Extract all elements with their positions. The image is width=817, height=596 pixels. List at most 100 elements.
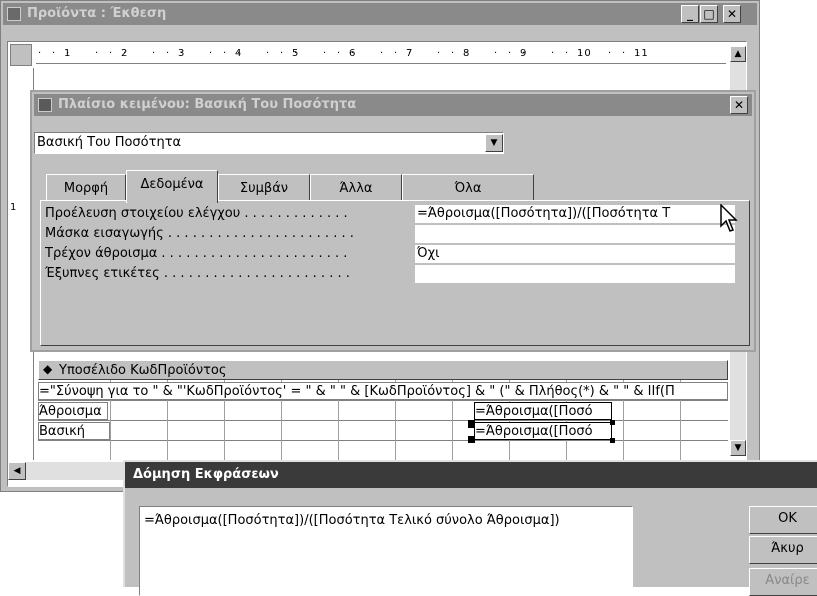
expression-builder: Δόμηση Εκφράσεων =Άθροισμα([Ποσότητα])/(… bbox=[123, 460, 817, 596]
ruler-tick: · bbox=[52, 48, 57, 59]
ruler-tick: · bbox=[123, 48, 128, 59]
report-icon bbox=[7, 7, 21, 21]
mouse-pointer-icon bbox=[720, 204, 738, 232]
property-label: Μάσκα εισαγωγής . . . . . . . . . . . . … bbox=[45, 226, 354, 241]
ok-label: OK bbox=[778, 511, 797, 526]
ruler-tick: · bbox=[351, 48, 356, 59]
selection-handle[interactable] bbox=[610, 420, 615, 425]
property-value[interactable]: =Άθροισμα([Ποσότητα])/([Ποσότητα Τ bbox=[415, 205, 735, 224]
ruler-tick: · bbox=[166, 48, 171, 59]
selection-handle[interactable] bbox=[468, 420, 475, 428]
ruler-tick: · bbox=[223, 48, 228, 59]
ruler-tick: · bbox=[209, 48, 214, 59]
ruler-tick: · bbox=[280, 48, 285, 59]
ruler-tick: · bbox=[323, 48, 328, 59]
scroll-up-icon: ▲ bbox=[734, 49, 742, 59]
control-selector-dropdown[interactable]: ▼ bbox=[485, 134, 503, 152]
expression-builder-title-bar[interactable]: Δόμηση Εκφράσεων bbox=[125, 462, 817, 488]
control-selector[interactable]: Βασική Του Ποσότητα ▼ bbox=[34, 132, 504, 154]
ruler-tick: · bbox=[579, 48, 584, 59]
tab-label: Όλα bbox=[454, 181, 482, 196]
sum-expression: =Άθροισμα([Ποσό bbox=[475, 404, 593, 419]
property-value[interactable] bbox=[415, 265, 735, 284]
ruler-tick: · bbox=[380, 48, 385, 59]
scroll-left-icon: ◀ bbox=[13, 466, 21, 476]
ruler-tick: · bbox=[180, 48, 185, 59]
horizontal-scrollbar[interactable]: ◀ bbox=[8, 462, 128, 480]
property-value[interactable] bbox=[415, 225, 735, 244]
ruler-tick: · bbox=[38, 48, 43, 59]
expression-text: =Άθροισμα([Ποσότητα])/([Ποσότητα Τελικό … bbox=[144, 513, 560, 528]
ruler-tick: · bbox=[95, 48, 100, 59]
horizontal-ruler: 1 · · · 2 · · · 3 · · · 4 · · · 5 · · · 6 · · · 7 · · · 8 · · · 9 · · · 10 · ·… bbox=[36, 46, 726, 64]
tab-other[interactable]: Άλλα bbox=[310, 174, 402, 203]
tab-event[interactable]: Συμβάν bbox=[218, 174, 310, 203]
tab-data[interactable]: Δεδομένα bbox=[126, 170, 218, 203]
ruler-tick: · bbox=[622, 48, 627, 59]
summary-expression: ="Σύνοψη για το " & "'ΚωδΠροϊόντος' = " … bbox=[39, 384, 675, 399]
control-selector-value: Βασική Του Ποσότητα bbox=[37, 135, 182, 150]
selection-handle[interactable] bbox=[610, 438, 615, 443]
property-sheet-close-button[interactable]: ✕ bbox=[730, 96, 748, 114]
selection-handle[interactable] bbox=[468, 436, 475, 443]
property-sheet-title: Πλαίσιο κειμένου: Βασική Του Ποσότητα bbox=[58, 97, 357, 112]
ok-button[interactable]: OK bbox=[749, 506, 817, 534]
properties-icon bbox=[38, 98, 52, 112]
basic-label-box[interactable]: Βασική bbox=[38, 422, 110, 440]
ruler-tick: · bbox=[66, 48, 71, 59]
minimize-icon: _ bbox=[687, 7, 693, 21]
basic-expression: =Άθροισμα([Ποσό bbox=[475, 424, 593, 439]
ruler-tick: · bbox=[337, 48, 342, 59]
undo-button[interactable]: Αναίρε bbox=[749, 568, 817, 596]
ruler-tick: · bbox=[465, 48, 470, 59]
ruler-tick: · bbox=[394, 48, 399, 59]
scroll-left-button[interactable]: ◀ bbox=[8, 462, 26, 480]
tab-body: Προέλευση στοιχείου ελέγχου . . . . . . … bbox=[40, 200, 750, 346]
expression-builder-title: Δόμηση Εκφράσεων bbox=[133, 467, 279, 482]
scroll-up-button[interactable]: ▲ bbox=[730, 46, 746, 62]
property-value[interactable]: Όχι bbox=[415, 245, 735, 264]
sum-label-box[interactable]: Άθροισμα bbox=[38, 402, 108, 420]
property-label: Έξυπνες ετικέτες . . . . . . . . . . . .… bbox=[45, 266, 350, 281]
property-sheet-title-bar[interactable]: Πλαίσιο κειμένου: Βασική Του Ποσότητα ✕ bbox=[34, 94, 752, 116]
close-icon: ✕ bbox=[733, 98, 745, 112]
tab-strip: Μορφή Δεδομένα Συμβάν Άλλα Όλα bbox=[46, 170, 546, 203]
basic-label: Βασική bbox=[39, 424, 86, 439]
sum-label: Άθροισμα bbox=[39, 404, 102, 419]
section-arrow-icon: ◆ bbox=[43, 362, 53, 376]
scroll-down-button[interactable]: ▼ bbox=[730, 440, 746, 456]
ruler-corner[interactable] bbox=[10, 44, 32, 66]
close-icon: ✕ bbox=[726, 7, 738, 21]
basic-expression-box[interactable]: =Άθροισμα([Ποσό bbox=[474, 422, 612, 440]
expression-input[interactable]: =Άθροισμα([Ποσότητα])/([Ποσότητα Τελικό … bbox=[139, 506, 633, 596]
ruler-tick: · bbox=[237, 48, 242, 59]
property-sheet: Πλαίσιο κειμένου: Βασική Του Ποσότητα ✕ … bbox=[30, 90, 756, 352]
footer-grid: ="Σύνοψη για το " & "'ΚωδΠροϊόντος' = " … bbox=[38, 380, 728, 460]
ruler-tick: · bbox=[508, 48, 513, 59]
undo-label: Αναίρε bbox=[765, 573, 810, 588]
tab-all[interactable]: Όλα bbox=[402, 174, 534, 203]
cancel-button[interactable]: Άκυρ bbox=[749, 536, 817, 564]
ruler-tick: · bbox=[636, 48, 641, 59]
ruler-tick: · bbox=[522, 48, 527, 59]
property-label: Προέλευση στοιχείου ελέγχου . . . . . . … bbox=[45, 206, 348, 221]
property-list: Προέλευση στοιχείου ελέγχου . . . . . . … bbox=[45, 205, 739, 285]
scroll-down-icon: ▼ bbox=[734, 443, 742, 453]
tab-label: Δεδομένα bbox=[140, 177, 204, 192]
ruler-tick: · bbox=[494, 48, 499, 59]
summary-text-box[interactable]: ="Σύνοψη για το " & "'ΚωδΠροϊόντος' = " … bbox=[38, 382, 728, 400]
report-title: Προϊόντα : Έκθεση bbox=[27, 6, 167, 21]
ruler-tick: · bbox=[109, 48, 114, 59]
report-title-bar[interactable]: Προϊόντα : Έκθεση _ □ ✕ bbox=[3, 3, 757, 25]
dropdown-arrow-icon: ▼ bbox=[490, 138, 498, 148]
sum-expression-box[interactable]: =Άθροισμα([Ποσό bbox=[474, 402, 612, 420]
maximize-button[interactable]: □ bbox=[700, 5, 718, 23]
tab-format[interactable]: Μορφή bbox=[46, 174, 126, 203]
close-button[interactable]: ✕ bbox=[723, 5, 741, 23]
ruler-tick: · bbox=[152, 48, 157, 59]
ruler-tick: · bbox=[565, 48, 570, 59]
minimize-button[interactable]: _ bbox=[681, 5, 699, 23]
ruler-tick: · bbox=[451, 48, 456, 59]
section-bar-footer[interactable]: ◆ Υποσέλιδο ΚωδΠροϊόντος bbox=[38, 360, 728, 380]
ruler-tick: · bbox=[294, 48, 299, 59]
